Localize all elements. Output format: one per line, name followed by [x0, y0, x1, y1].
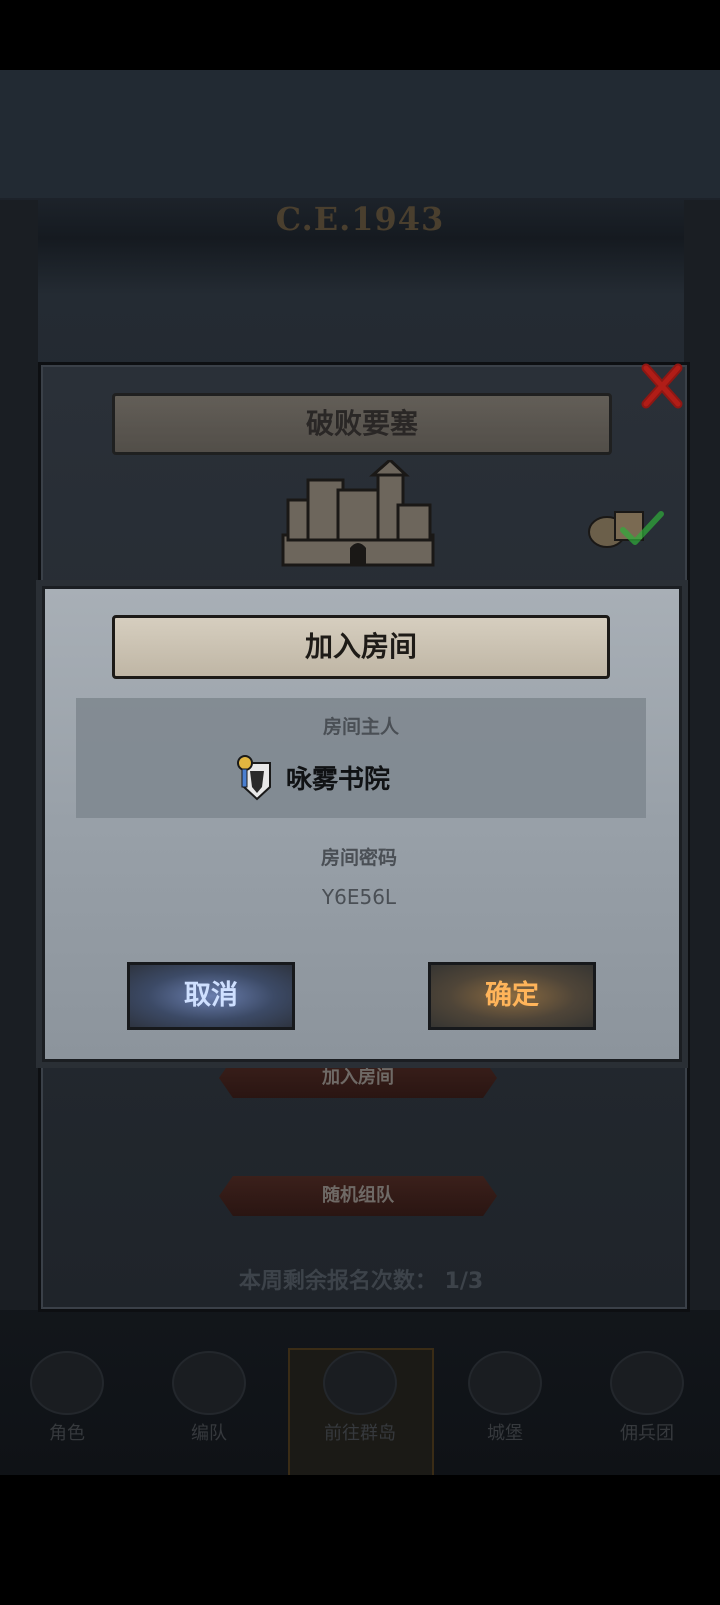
host-label: 房间主人: [322, 716, 399, 738]
castle-nav-icon: [468, 1351, 542, 1415]
nav-label: 城堡: [487, 1423, 523, 1444]
remaining-value: 1/3: [444, 1269, 484, 1294]
nav-label: 前往群岛: [324, 1423, 396, 1444]
character-icon: [30, 1351, 104, 1415]
dungeon-title: 破败要塞: [112, 393, 612, 455]
random-team-button[interactable]: 随机组队: [219, 1176, 497, 1216]
host-name: 咏雾书院: [286, 764, 391, 795]
bottom-bar: [0, 1475, 720, 1605]
top-status-strip: [0, 70, 720, 198]
nav-label: 佣兵团: [620, 1423, 674, 1444]
nav-item-formation[interactable]: 编队: [144, 1345, 274, 1455]
dialog-title: 加入房间: [112, 615, 610, 679]
nav-item-islands[interactable]: 前往群岛: [295, 1345, 425, 1455]
loot-bag-icon: [588, 511, 664, 548]
castle-icon: [281, 460, 435, 567]
compass-icon: [323, 1351, 397, 1415]
formation-icon: [172, 1351, 246, 1415]
nav-item-castle[interactable]: 城堡: [440, 1345, 570, 1455]
nav-label: 编队: [191, 1423, 227, 1444]
nav-item-character[interactable]: 角色: [2, 1345, 132, 1455]
nav-item-mercenary[interactable]: 佣兵团: [582, 1345, 712, 1455]
guild-emblem-icon: [237, 755, 271, 801]
join-room-button[interactable]: 加入房间: [219, 1058, 497, 1098]
remaining-label: 本周剩余报名次数：: [238, 1269, 437, 1294]
confirm-button[interactable]: 确定: [428, 962, 596, 1030]
weekly-remaining: 本周剩余报名次数： 1/3: [38, 1263, 684, 1295]
password-label: 房间密码: [320, 847, 397, 869]
password-value: Y6E56L: [321, 885, 397, 909]
left-edge: [0, 200, 38, 1310]
cancel-button[interactable]: 取消: [127, 962, 295, 1030]
host-row: 咏雾书院: [236, 752, 390, 802]
nav-label: 角色: [49, 1423, 85, 1444]
era-label: C.E.1943: [275, 200, 445, 238]
mercenary-icon: [610, 1351, 684, 1415]
close-icon[interactable]: [638, 362, 686, 410]
